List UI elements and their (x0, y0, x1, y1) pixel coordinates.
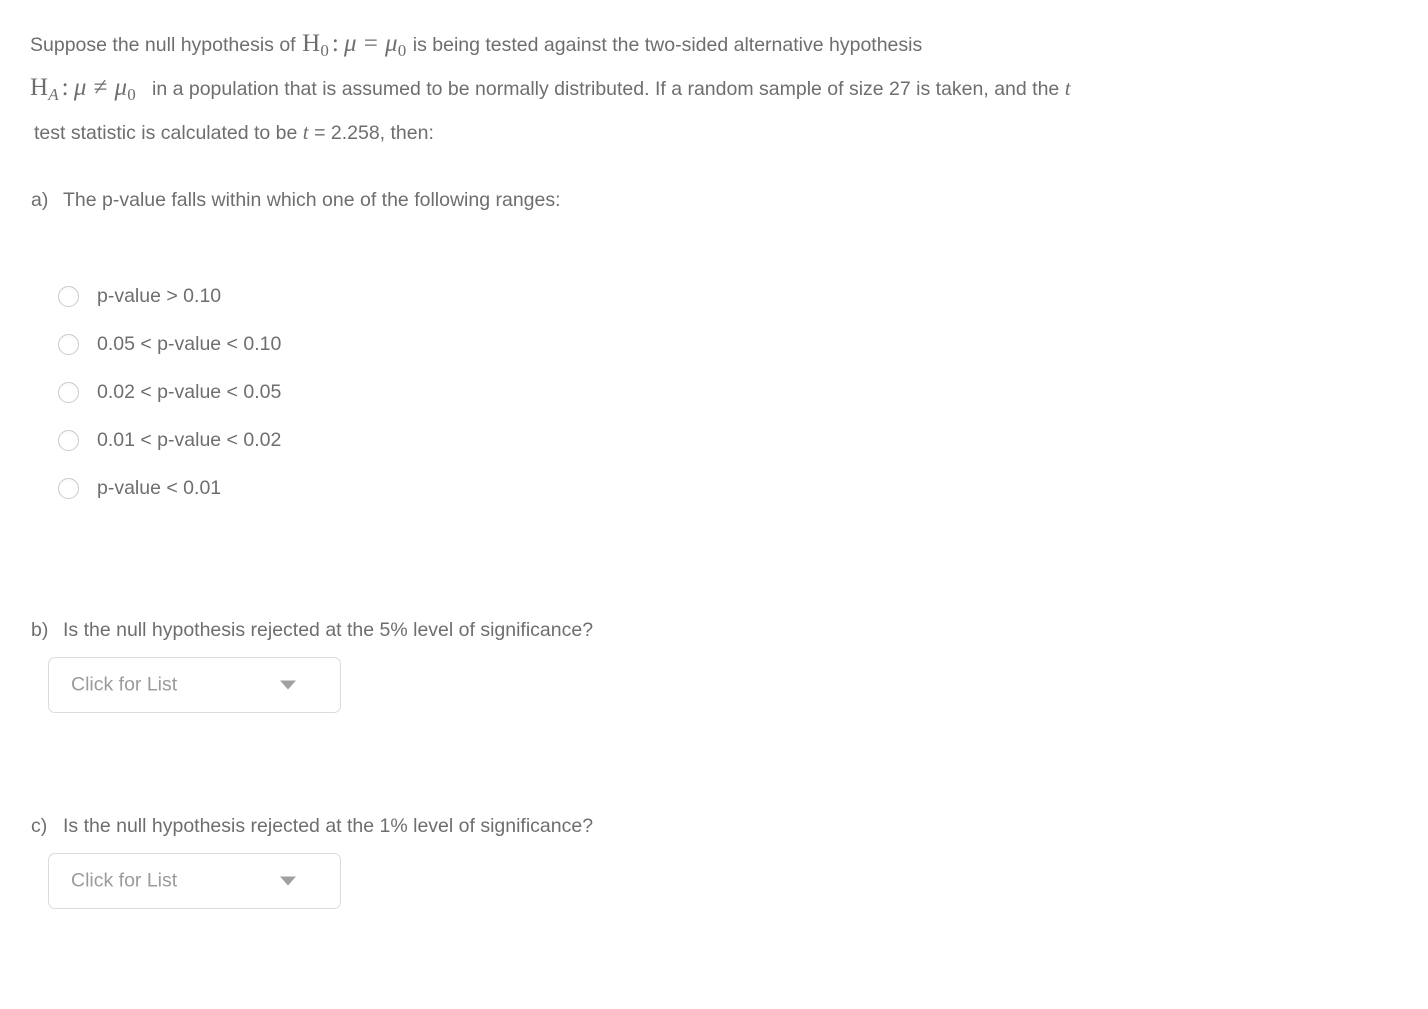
radio-button-icon[interactable] (58, 429, 79, 451)
chevron-down-icon[interactable] (280, 680, 296, 690)
part-a-heading: a) The p-value falls within which one of … (31, 187, 561, 213)
null-hypothesis-expression: H0: μ = μ0 (296, 30, 413, 60)
t-statistic-value: = 2.258, then: (314, 121, 434, 144)
part-b-question-text: Is the null hypothesis rejected at the 5… (63, 619, 594, 641)
statement-text-tail-2: in a population that is assumed to be no… (152, 77, 1060, 100)
part-a-marker: a) (31, 189, 49, 211)
problem-statement-line-3: test statistic is calculated to be t = 2… (30, 114, 1410, 151)
h0-colon: : (331, 30, 339, 57)
part-c-heading: c) Is the null hypothesis rejected at the… (31, 813, 593, 839)
part-b-marker: b) (31, 619, 49, 641)
ha-subscript: A (48, 84, 59, 104)
part-b-heading: b) Is the null hypothesis rejected at the… (31, 617, 593, 643)
ha-rhs-subscript: 0 (127, 84, 136, 104)
option-row[interactable]: p-value > 0.10 (58, 272, 281, 320)
part-c-dropdown[interactable]: Click for List (48, 853, 341, 909)
t-statistic-symbol-inline: t (1064, 75, 1071, 100)
problem-statement: Suppose the null hypothesis of H0: μ = μ0 i… (30, 26, 1410, 151)
option-row[interactable]: 0.02 < p-value < 0.05 (58, 368, 281, 416)
ha-lhs: μ (73, 73, 87, 101)
radio-button-icon[interactable] (58, 477, 79, 499)
part-b-dropdown[interactable]: Click for List (48, 657, 341, 713)
h0-symbol: H (302, 30, 321, 57)
statement-text-tail-1: is being tested against the two-sided al… (412, 34, 923, 56)
option-row[interactable]: 0.05 < p-value < 0.10 (58, 320, 281, 368)
part-b-dropdown-value: Click for List (71, 673, 178, 696)
radio-button-icon[interactable] (58, 285, 79, 307)
ha-relation: ≠ (93, 73, 108, 101)
alternative-hypothesis-expression: HA: μ ≠ μ0 (30, 73, 136, 104)
statement-text-lead: Suppose the null hypothesis of (30, 34, 296, 56)
h0-subscript: 0 (320, 40, 329, 60)
option-row[interactable]: 0.01 < p-value < 0.02 (58, 416, 281, 464)
h0-rhs-subscript: 0 (397, 40, 407, 60)
ha-rhs-symbol: μ (114, 73, 128, 101)
question-page: Suppose the null hypothesis of H0: μ = μ0 i… (0, 0, 1428, 1009)
option-label: 0.05 < p-value < 0.10 (97, 332, 282, 355)
ha-colon: : (61, 73, 69, 101)
part-a-option-list: p-value > 0.10 0.05 < p-value < 0.10 0.0… (58, 272, 281, 512)
problem-statement-line-1: Suppose the null hypothesis of H0: μ = μ0 i… (30, 26, 1410, 69)
part-c-dropdown-value: Click for List (71, 869, 178, 892)
option-label: 0.01 < p-value < 0.02 (97, 428, 282, 451)
chevron-down-icon[interactable] (280, 876, 296, 886)
option-label: p-value < 0.01 (97, 476, 222, 499)
radio-button-icon[interactable] (58, 333, 79, 355)
radio-button-icon[interactable] (58, 381, 79, 403)
t-statistic-symbol: t (302, 119, 309, 144)
h0-rhs-symbol: μ (385, 30, 398, 57)
part-a-question-text: The p-value falls within which one of th… (63, 189, 561, 211)
option-row[interactable]: p-value < 0.01 (58, 464, 281, 512)
option-label: 0.02 < p-value < 0.05 (97, 380, 282, 403)
problem-statement-line-2: HA: μ ≠ μ0 in a population that is assumed … (30, 70, 1410, 113)
statement-text-lead-3: test statistic is calculated to be (34, 121, 298, 144)
part-c-question-text: Is the null hypothesis rejected at the 1… (63, 815, 594, 837)
h0-relation: = (363, 30, 379, 57)
option-label: p-value > 0.10 (97, 284, 222, 307)
h0-lhs: μ (343, 30, 357, 57)
ha-symbol: H (30, 73, 49, 101)
part-c-marker: c) (31, 815, 48, 837)
